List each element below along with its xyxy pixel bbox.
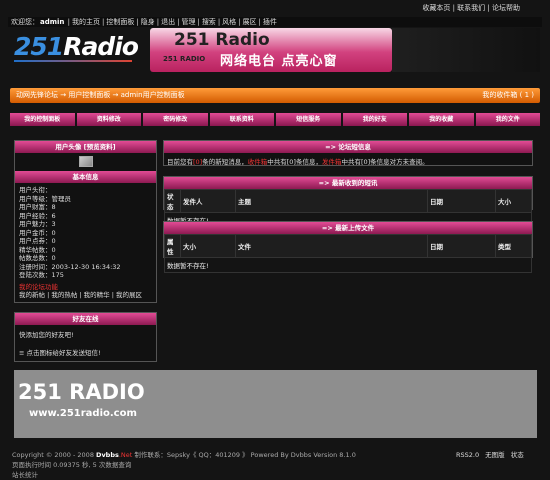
col-date: 日期 — [427, 189, 496, 213]
col-status: 状态 — [164, 189, 181, 213]
add-friends-text: 快添加您的好友吧! — [19, 331, 74, 339]
nav-gallery[interactable]: 展区 — [243, 18, 257, 26]
col-subject: 主题 — [235, 189, 428, 213]
col-type: 类型 — [495, 234, 532, 258]
radio-banner[interactable]: 251 Radio 251 RADIO 网络电台 点亮心窗 — [150, 28, 392, 72]
footer-links[interactable]: RSS2.0 无图版 状态 — [456, 449, 524, 459]
basic-info-header: 基本信息 — [15, 171, 156, 183]
outbox-link-inline[interactable]: 发件箱 — [322, 158, 342, 166]
execution-time: 页面执行时间 0.09375 秒, 5 次数据查询 — [12, 461, 132, 469]
footer-banner-title: 251 RADIO — [18, 380, 145, 404]
col-size: 大小 — [495, 189, 532, 213]
friends-online-panel: 好友在线 快添加您的好友吧! ≡ 点击图标给好友发送短信! — [14, 312, 157, 362]
menu-edit-profile[interactable]: 资料修改 — [76, 113, 141, 126]
nav-style[interactable]: 风格 — [222, 18, 236, 26]
col-date: 日期 — [427, 234, 496, 258]
banner-slogan: 网络电台 点亮心窗 — [220, 54, 338, 69]
menu-messages[interactable]: 短信服务 — [276, 113, 341, 126]
nav-control-panel[interactable]: 控制面板 — [106, 18, 134, 26]
site-stats-link[interactable]: 站长统计 — [12, 469, 38, 479]
forum-functions-title: 我的论坛功能 — [19, 282, 58, 291]
dvbbs-link[interactable]: Dvbbs — [96, 451, 119, 459]
user-info-panel: 用户头像 [预览资料] 基本信息 用户头衔： 用户等级：管理员 用户财富：8 用… — [14, 140, 157, 303]
banner-decoration — [392, 28, 540, 72]
messages-header: => 论坛短信息 — [164, 141, 532, 153]
forum-messages-panel: => 论坛短信息 目前您有[0]条的新短消息，收件箱中共有[0]条信息，发件箱中… — [163, 140, 533, 166]
copyright: Copyright © 2000 - 2008 Dvbbs.Net 制作联系：S… — [12, 451, 356, 459]
control-menu: 我的控制面板 资料修改 密码修改 联系资料 短信服务 我的好友 我的收藏 我的文… — [10, 113, 540, 126]
nav-plugins[interactable]: 插件 — [263, 18, 277, 26]
site-logo[interactable]: 251Radio — [14, 32, 139, 61]
footer-banner: 251 RADIO www.251radio.com — [14, 370, 537, 438]
footer-banner-url: www.251radio.com — [29, 408, 137, 419]
menu-my-panel[interactable]: 我的控制面板 — [10, 113, 75, 126]
nav-admin[interactable]: 管理 — [181, 18, 195, 26]
avatar-header[interactable]: 用户头像 [预览资料] — [15, 141, 156, 153]
menu-favorites[interactable]: 我的收藏 — [409, 113, 474, 126]
inbox-link[interactable]: 我的收件箱 ( 1 ) — [482, 88, 534, 103]
top-navigation: 欢迎您：admin | 我的主页 | 控制面板 | 隐身 | 退出 | 管理 | 搜索 | 风格 | 展区 | 插… — [8, 17, 542, 27]
banner-title: 251 Radio — [174, 30, 270, 50]
nav-search[interactable]: 搜索 — [202, 18, 216, 26]
avatar — [78, 156, 93, 167]
nav-invisible[interactable]: 隐身 — [141, 18, 155, 26]
nav-logout[interactable]: 退出 — [161, 18, 175, 26]
breadcrumb[interactable]: 动网先锋论坛 → 用户控制面板 → admin用户控制面板 — [16, 91, 185, 99]
forum-links[interactable]: 我的新帖 | 我的热帖 | 我的精华 | 我的展区 — [19, 291, 152, 300]
basic-info: 用户头衔： 用户等级：管理员 用户财富：8 用户经验：6 用户魅力：3 用户金币… — [15, 183, 156, 303]
uploads-header: => 最新上传文件 — [164, 222, 532, 234]
banner-sub: 251 RADIO — [163, 55, 206, 63]
menu-contact-info[interactable]: 联系资料 — [209, 113, 274, 126]
col-file: 文件 — [235, 234, 428, 258]
received-header: => 最新收到的短讯 — [164, 177, 532, 189]
top-links[interactable]: 收藏本页 | 联系我们 | 论坛帮助 — [422, 3, 520, 13]
logo-underline — [14, 60, 132, 62]
inbox-link-inline[interactable]: 收件箱 — [248, 158, 268, 166]
friends-header: 好友在线 — [15, 313, 156, 325]
empty-row: 数据暂不存在! — [164, 257, 532, 273]
col-sender: 发件人 — [180, 189, 236, 213]
uploads-panel: => 最新上传文件 属性 大小 文件 日期 类型 数据暂不存在! — [163, 221, 533, 273]
menu-files[interactable]: 我的文件 — [475, 113, 540, 126]
nav-home[interactable]: 我的主页 — [72, 18, 100, 26]
breadcrumb-bar: 动网先锋论坛 → 用户控制面板 → admin用户控制面板 我的收件箱 ( 1 … — [10, 88, 540, 103]
send-message-hint: ≡ 点击图标给好友发送短信! — [19, 349, 101, 357]
menu-change-password[interactable]: 密码修改 — [143, 113, 208, 126]
version-link[interactable]: Dvbbs Version 8.1.0 — [291, 451, 356, 459]
messages-summary: 目前您有[0]条的新短消息，收件箱中共有[0]条信息，发件箱中共有[0]条信息对… — [167, 158, 429, 166]
menu-friends[interactable]: 我的好友 — [342, 113, 407, 126]
received-messages-panel: => 最新收到的短讯 状态 发件人 主题 日期 大小 数据暂不存在! — [163, 176, 533, 228]
username-link[interactable]: admin — [40, 18, 64, 26]
uploads-table: 属性 大小 文件 日期 类型 数据暂不存在! — [164, 234, 532, 273]
welcome-text: 欢迎您： — [11, 18, 39, 26]
col-attribute: 属性 — [164, 234, 181, 258]
col-size: 大小 — [180, 234, 236, 258]
